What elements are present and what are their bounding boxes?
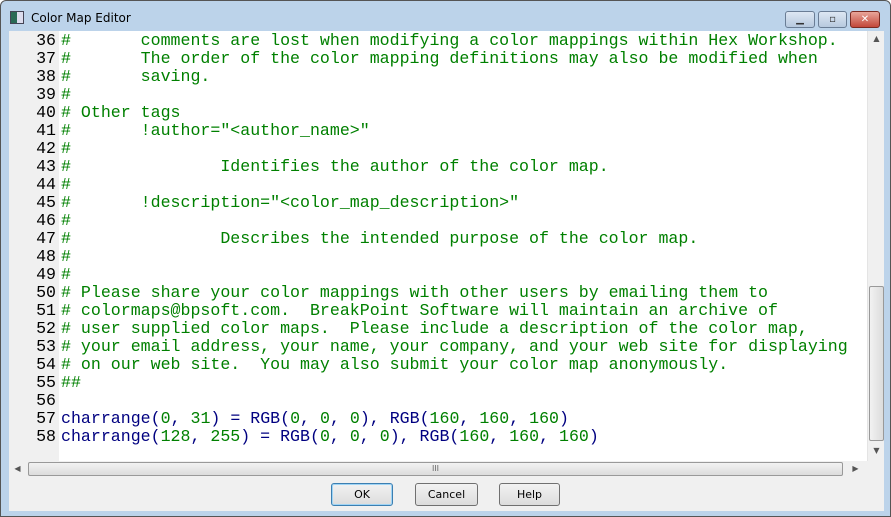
number-token: 0 — [349, 409, 360, 428]
line-number: 41 — [36, 121, 56, 140]
number-token: 0 — [319, 427, 330, 446]
color-map-text-editor[interactable]: 36 # comments are lost when modifying a c… — [9, 31, 867, 461]
title-bar[interactable]: Color Map Editor ▁ ▫ ✕ — [1, 1, 890, 31]
vertical-scroll-thumb[interactable] — [869, 286, 884, 441]
comment-text: # — [61, 175, 71, 194]
number-token: 160 — [479, 409, 510, 428]
code-token: ) = RGB( — [210, 409, 291, 428]
line-number: 55 — [36, 373, 56, 392]
code-token: , — [509, 409, 530, 428]
number-token: 31 — [190, 409, 211, 428]
comment-text: # on our web site. You may also submit y… — [61, 355, 729, 374]
line-number: 54 — [36, 355, 56, 374]
color-map-editor-window: Color Map Editor ▁ ▫ ✕ 36 # comments are … — [0, 0, 891, 517]
line-number: 56 — [36, 391, 56, 410]
code-token: ), RGB( — [359, 409, 430, 428]
code-token: ) — [559, 409, 569, 428]
window-title: Color Map Editor — [31, 11, 131, 25]
line-number: 58 — [36, 427, 56, 446]
dialog-body: 36 # comments are lost when modifying a c… — [9, 31, 884, 511]
comment-text: # — [61, 139, 71, 158]
app-icon — [10, 11, 24, 24]
number-token: 160 — [529, 409, 560, 428]
line-number: 50 — [36, 283, 56, 302]
code-token: charrange( — [61, 409, 161, 428]
line-number: 42 — [36, 139, 56, 158]
code-token: , — [329, 409, 350, 428]
code-token: , — [459, 409, 480, 428]
code-token: , — [539, 427, 559, 446]
scroll-right-arrow-icon[interactable]: ▶ — [847, 464, 864, 473]
line-number: 43 — [36, 157, 56, 176]
scroll-down-arrow-icon[interactable]: ▼ — [868, 446, 885, 455]
comment-text: # user supplied color maps. Please inclu… — [61, 319, 808, 338]
close-button[interactable]: ✕ — [850, 11, 880, 28]
line-number: 38 — [36, 67, 56, 86]
code-token: ) — [588, 427, 599, 446]
maximize-button[interactable]: ▫ — [818, 11, 847, 28]
number-token: 0 — [319, 409, 330, 428]
code-token: ), RGB( — [389, 427, 460, 446]
line-number: 40 — [36, 103, 56, 122]
line-number: 44 — [36, 175, 56, 194]
comment-text: # colormaps@bpsoft.com. BreakPoint Softw… — [61, 301, 778, 320]
code-token: , — [300, 409, 320, 428]
comment-text: # — [61, 85, 71, 104]
code-token: charrange( — [61, 427, 161, 446]
line-number: 46 — [36, 211, 56, 230]
number-token: 0 — [379, 427, 390, 446]
number-token: 0 — [290, 409, 301, 428]
horizontal-scrollbar[interactable]: ◀ III ▶ — [9, 461, 867, 477]
help-button[interactable]: Help — [499, 483, 560, 506]
code-token: ) = RGB( — [240, 427, 320, 446]
number-token: 160 — [559, 427, 589, 446]
number-token: 160 — [459, 427, 490, 446]
comment-text: # — [61, 247, 71, 266]
comment-text: # Other tags — [61, 103, 181, 122]
line-number: 51 — [36, 301, 56, 320]
minimize-button[interactable]: ▁ — [785, 11, 815, 28]
comment-text: # — [61, 265, 71, 284]
line-number: 52 — [36, 319, 56, 338]
line-number: 37 — [36, 49, 56, 68]
line-number: 53 — [36, 337, 56, 356]
number-token: 0 — [349, 427, 360, 446]
comment-text: ## — [61, 373, 81, 392]
line-number: 49 — [36, 265, 56, 284]
code-token: , — [489, 427, 510, 446]
number-token: 0 — [160, 409, 171, 428]
comment-text: # Describes the intended purpose of the … — [61, 229, 699, 248]
comment-text: # The order of the color mapping definit… — [61, 49, 818, 68]
number-token: 160 — [429, 409, 460, 428]
code-token: , — [359, 427, 380, 446]
vertical-scrollbar[interactable]: ▲ ▼ — [867, 31, 884, 461]
number-token: 160 — [509, 427, 540, 446]
comment-text: # your email address, your name, your co… — [61, 337, 848, 356]
code-token: , — [170, 409, 191, 428]
number-token: 255 — [210, 427, 241, 446]
ok-button[interactable]: OK — [331, 483, 393, 506]
comment-text: # Identifies the author of the color map… — [61, 157, 609, 176]
line-number: 57 — [36, 409, 56, 428]
comment-text: # !author="<author_name>" — [61, 121, 370, 140]
number-token: 128 — [160, 427, 191, 446]
cancel-button[interactable]: Cancel — [415, 483, 478, 506]
comment-text: # — [61, 211, 71, 230]
line-number: 36 — [36, 31, 56, 50]
horizontal-scroll-thumb[interactable]: III — [28, 462, 843, 476]
comment-text: # comments are lost when modifying a col… — [61, 31, 838, 50]
scroll-left-arrow-icon[interactable]: ◀ — [9, 464, 26, 473]
line-number: 47 — [36, 229, 56, 248]
comment-text: # Please share your color mappings with … — [61, 283, 769, 302]
comment-text: # !description="<color_map_description>" — [61, 193, 520, 212]
line-number: 39 — [36, 85, 56, 104]
comment-text: # saving. — [61, 67, 211, 86]
line-number: 48 — [36, 247, 56, 266]
code-token: , — [329, 427, 350, 446]
line-number: 45 — [36, 193, 56, 212]
scroll-up-arrow-icon[interactable]: ▲ — [868, 34, 885, 43]
code-token: , — [190, 427, 211, 446]
